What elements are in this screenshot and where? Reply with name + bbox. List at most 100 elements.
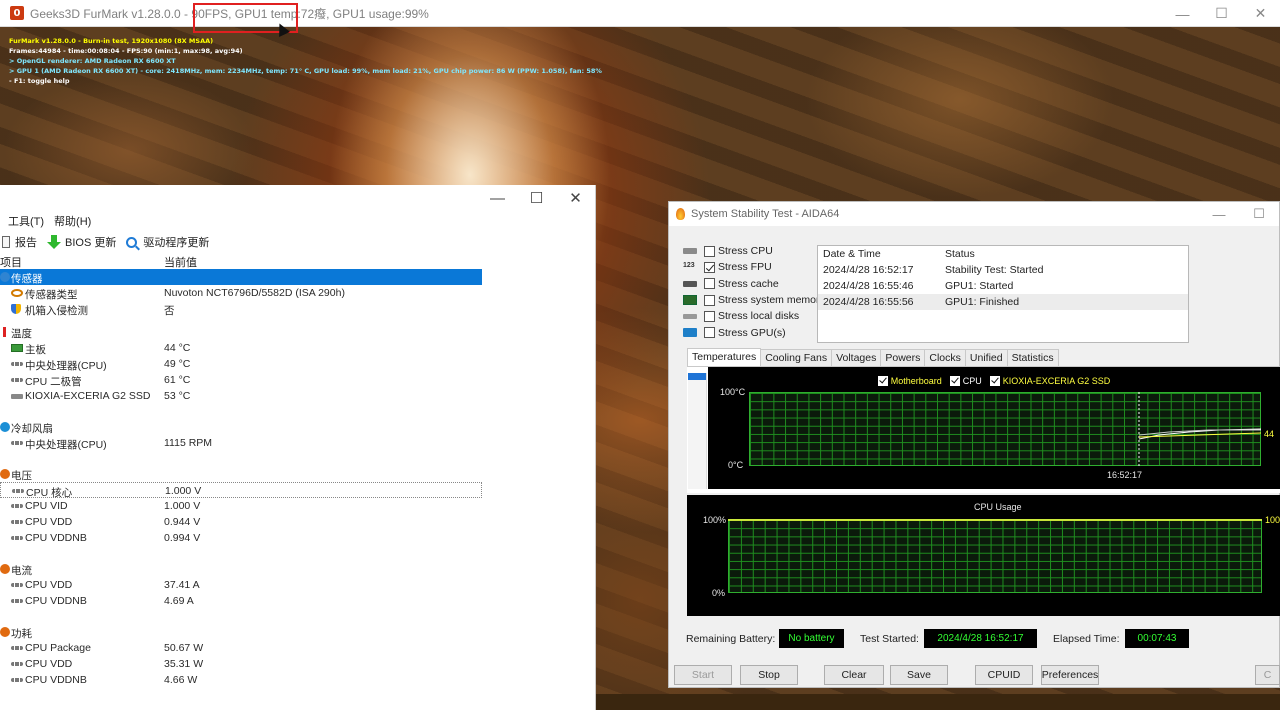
tree-row[interactable]: CPU 二极管 61 °C xyxy=(0,372,482,388)
current-icon xyxy=(0,564,10,574)
tab-clocks[interactable]: Clocks xyxy=(924,349,966,366)
test-started-value: 2024/4/28 16:52:17 xyxy=(924,629,1037,648)
temp-time-label: 16:52:17 xyxy=(1107,470,1143,480)
stress-gpu-option[interactable]: Stress GPU(s) xyxy=(683,324,825,340)
tree-row[interactable]: 中央处理器(CPU) 1115 RPM xyxy=(0,435,482,451)
category-power[interactable]: 功耗 xyxy=(0,624,482,640)
tab-powers[interactable]: Powers xyxy=(880,349,926,366)
flame-icon xyxy=(676,208,685,220)
minimize-icon[interactable]: — xyxy=(1163,0,1202,27)
status-log[interactable]: Date & Time Status 2024/4/28 16:52:17 Stab… xyxy=(817,245,1189,343)
menu-help[interactable]: 帮助(H) xyxy=(54,213,91,229)
tree-row[interactable]: 机箱入侵检测 否 xyxy=(0,301,482,317)
furmark-app-icon: 0 xyxy=(10,6,24,20)
category-cooling-fans[interactable]: 冷却风扇 xyxy=(0,419,482,435)
category-voltage[interactable]: 电压 xyxy=(0,466,482,482)
maximize-icon[interactable]: ☐ xyxy=(1202,0,1241,27)
column-header[interactable]: 项目 当前值 xyxy=(0,253,595,269)
tab-unified[interactable]: Unified xyxy=(964,349,1008,366)
tree-row[interactable]: 主板 44 °C xyxy=(0,340,482,356)
tab-statistics[interactable]: Statistics xyxy=(1006,349,1059,366)
close-button[interactable]: C xyxy=(1255,665,1280,685)
log-row[interactable]: 2024/4/28 16:55:56 GPU1: Finished xyxy=(818,294,1188,310)
tree-row[interactable]: CPU VDD 0.944 V xyxy=(0,514,482,530)
stress-cache-option[interactable]: Stress cache xyxy=(683,276,825,292)
log-row[interactable]: 2024/4/28 16:52:17 Stability Test: Starte… xyxy=(818,262,1188,278)
fpu-icon: 123 xyxy=(683,262,695,270)
legend-item[interactable]: Motherboard xyxy=(877,376,942,386)
preferences-button[interactable]: Preferences xyxy=(1041,665,1099,685)
log-row[interactable]: 2024/4/28 16:55:46 GPU1: Started xyxy=(818,278,1188,294)
stress-cpu-checkbox[interactable] xyxy=(704,245,715,257)
tree-row[interactable]: CPU VDDNB 4.66 W xyxy=(0,672,482,688)
legend-checkbox[interactable] xyxy=(989,376,1000,386)
battery-label: Remaining Battery: xyxy=(686,633,776,645)
tree-row[interactable]: 传感器类型 Nuvoton NCT6796D/5582D (ISA 290h) xyxy=(0,285,482,301)
sensor-list-scroll[interactable] xyxy=(688,373,707,489)
ssd-trace xyxy=(1138,429,1261,436)
tree-row[interactable]: CPU Package 50.67 W xyxy=(0,640,482,656)
legend-item[interactable]: KIOXIA-EXCERIA G2 SSD xyxy=(989,376,1110,386)
tree-row[interactable]: CPU VDD 35.31 W xyxy=(0,656,482,672)
minimize-icon[interactable]: — xyxy=(478,185,517,211)
column-item[interactable]: 项目 xyxy=(0,254,22,270)
cpuid-button[interactable]: CPUID xyxy=(975,665,1033,685)
stress-fpu-checkbox[interactable] xyxy=(704,261,715,273)
tree-row[interactable]: CPU VDDNB 4.69 A xyxy=(0,593,482,609)
log-date: 2024/4/28 16:55:56 xyxy=(823,296,914,308)
category-current[interactable]: 电流 xyxy=(0,561,482,577)
stress-fpu-option[interactable]: 123 Stress FPU xyxy=(683,259,825,275)
column-value[interactable]: 当前值 xyxy=(164,254,197,270)
close-icon[interactable]: ✕ xyxy=(556,185,595,211)
aida64-titlebar[interactable]: System Stability Test - AIDA64 — ☐ xyxy=(669,202,1279,226)
driver-update-label: 驱动程序更新 xyxy=(143,237,210,249)
stress-disks-option[interactable]: Stress local disks xyxy=(683,308,825,324)
tab-temperatures[interactable]: Temperatures xyxy=(687,348,762,367)
row-value: 37.41 A xyxy=(164,579,200,591)
power-icon xyxy=(0,627,10,637)
sensor-icon xyxy=(0,272,10,282)
legend-item[interactable]: CPU xyxy=(949,376,982,386)
stress-memory-checkbox[interactable] xyxy=(704,294,715,306)
tab-voltages[interactable]: Voltages xyxy=(831,349,882,366)
log-status: GPU1: Started xyxy=(945,280,1014,292)
log-status: GPU1: Finished xyxy=(945,296,1020,308)
close-icon[interactable]: ✕ xyxy=(1241,0,1280,27)
stress-cpu-option[interactable]: Stress CPU xyxy=(683,243,825,259)
row-label: 冷却风扇 xyxy=(11,423,53,435)
sensor-window: — ☐ ✕ 工具(T) 帮助(H) 报告 BIOS 更新 驱动程序更新 项目 当… xyxy=(0,185,596,710)
elapsed-time-label: Elapsed Time: xyxy=(1053,633,1120,645)
chip-icon xyxy=(11,504,23,508)
furmark-titlebar[interactable]: 0 Geeks3D FurMark v1.28.0.0 - 90FPS, GPU… xyxy=(0,0,1280,27)
clear-button[interactable]: Clear xyxy=(824,665,884,685)
start-button[interactable]: Start xyxy=(674,665,732,685)
maximize-icon[interactable]: ☐ xyxy=(1239,202,1279,226)
legend-checkbox[interactable] xyxy=(949,376,960,386)
stress-cache-checkbox[interactable] xyxy=(704,278,715,290)
tree-row[interactable]: 中央处理器(CPU) 49 °C xyxy=(0,356,482,372)
disk-icon xyxy=(683,313,697,319)
aida64-window-title: System Stability Test - AIDA64 xyxy=(691,208,840,220)
tree-row[interactable]: CPU VDDNB 0.994 V xyxy=(0,530,482,546)
row-label: CPU VDDNB xyxy=(25,532,87,544)
tab-cooling-fans[interactable]: Cooling Fans xyxy=(760,349,833,366)
driver-update-button[interactable]: 驱动程序更新 xyxy=(126,234,209,250)
maximize-icon[interactable]: ☐ xyxy=(517,185,556,211)
tree-row[interactable]: CPU VDD 37.41 A xyxy=(0,577,482,593)
minimize-icon[interactable]: — xyxy=(1199,202,1239,226)
report-button[interactable]: 报告 xyxy=(2,234,37,250)
stop-button[interactable]: Stop xyxy=(740,665,798,685)
category-sensors[interactable]: 传感器 xyxy=(0,269,482,285)
tree-row[interactable]: CPU VID 1.000 V xyxy=(0,498,482,514)
tree-row[interactable]: CPU 核心 1.000 V xyxy=(0,482,482,499)
menu-tools[interactable]: 工具(T) xyxy=(8,213,44,229)
tree-row[interactable]: KIOXIA-EXCERIA G2 SSD 53 °C xyxy=(0,388,482,404)
save-button[interactable]: Save xyxy=(890,665,948,685)
bios-update-button[interactable]: BIOS 更新 xyxy=(47,234,116,250)
stress-disks-checkbox[interactable] xyxy=(704,310,715,322)
category-temperature[interactable]: 温度 xyxy=(0,324,482,340)
legend-checkbox[interactable] xyxy=(877,376,888,386)
stress-memory-option[interactable]: Stress system memory xyxy=(683,292,825,308)
row-label: 传感器类型 xyxy=(25,289,78,301)
stress-gpu-checkbox[interactable] xyxy=(704,327,715,339)
